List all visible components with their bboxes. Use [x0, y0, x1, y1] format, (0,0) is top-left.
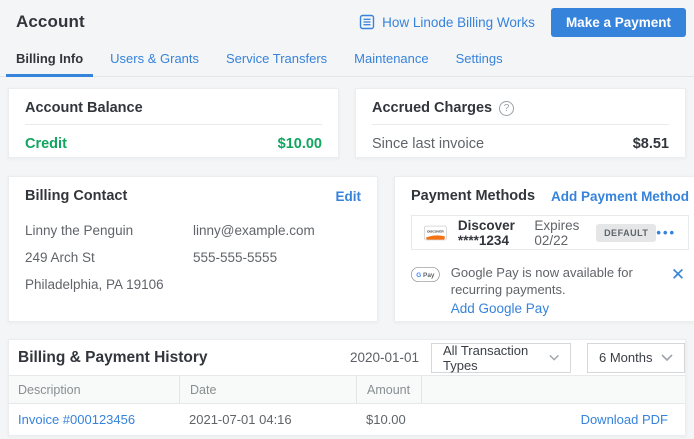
column-actions — [421, 376, 685, 403]
contact-address2: Philadelphia, PA 19106 — [25, 271, 193, 298]
payment-methods-card: Payment Methods Add Payment Method DISCO… — [394, 176, 694, 322]
amount-cell: $10.00 — [356, 412, 421, 427]
add-google-pay-link[interactable]: Add Google Pay — [451, 300, 549, 317]
account-balance-row: Credit $10.00 — [25, 125, 322, 152]
contact-name: Linny the Penguin — [25, 217, 193, 244]
svg-text:G Pay: G Pay — [416, 272, 435, 279]
contact-comm-column: linny@example.com 555-555-5555 — [193, 217, 361, 298]
document-icon — [359, 14, 375, 30]
transaction-type-value: All Transaction Types — [443, 343, 549, 373]
download-pdf-link[interactable]: Download PDF — [581, 412, 668, 427]
time-range-select[interactable]: 6 Months — [587, 343, 685, 373]
tab-service-transfers[interactable]: Service Transfers — [216, 45, 337, 77]
google-pay-notice: G Pay Google Pay is now available for re… — [411, 264, 689, 317]
billing-contact-header: Billing Contact Edit — [25, 188, 361, 204]
billing-history-panel: Billing & Payment History 2020-01-01 All… — [8, 339, 686, 436]
tab-settings[interactable]: Settings — [446, 45, 513, 77]
date-from-field[interactable]: 2020-01-01 — [350, 350, 419, 365]
accrued-amount: $8.51 — [633, 136, 669, 152]
contact-address-column: Linny the Penguin 249 Arch St Philadelph… — [25, 217, 193, 298]
account-page: Account How Linode Billing Works Make a … — [0, 0, 694, 439]
close-icon[interactable]: ✕ — [667, 264, 689, 285]
account-balance-title: Account Balance — [25, 100, 143, 116]
action-cell: Download PDF — [421, 412, 685, 427]
question-circle-icon[interactable]: ? — [499, 101, 514, 116]
column-description: Description — [9, 383, 179, 397]
google-pay-text: Google Pay is now available for recurrin… — [451, 264, 667, 317]
accrued-label: Since last invoice — [372, 136, 484, 152]
edit-contact-link[interactable]: Edit — [336, 189, 362, 204]
default-badge: DEFAULT — [596, 224, 656, 242]
discover-card-icon: DISCOVER — [424, 221, 447, 245]
history-header: Billing & Payment History 2020-01-01 All… — [9, 340, 685, 375]
card-expiry: Expires 02/22 — [534, 218, 584, 248]
billing-contact-title: Billing Contact — [25, 188, 127, 204]
account-balance-header: Account Balance — [25, 100, 322, 125]
contact-email: linny@example.com — [193, 217, 361, 244]
column-amount: Amount — [356, 376, 421, 403]
payment-methods-title: Payment Methods — [411, 188, 535, 204]
card-display: Discover ****1234 — [458, 218, 525, 248]
contact-details: Linny the Penguin 249 Arch St Philadelph… — [25, 217, 361, 298]
invoice-link[interactable]: Invoice #000123456 — [18, 412, 135, 427]
time-range-value: 6 Months — [599, 350, 652, 365]
payment-methods-header: Payment Methods Add Payment Method — [411, 188, 689, 204]
google-pay-icon: G Pay — [411, 264, 440, 285]
how-billing-works-label: How Linode Billing Works — [382, 15, 535, 30]
how-billing-works-link[interactable]: How Linode Billing Works — [359, 14, 535, 30]
account-balance-card: Account Balance Credit $10.00 — [8, 88, 339, 158]
topbar-actions: How Linode Billing Works Make a Payment — [359, 8, 686, 37]
history-filters: 2020-01-01 All Transaction Types 6 Month… — [350, 343, 685, 373]
history-title: Billing & Payment History — [18, 349, 207, 367]
chevron-down-icon — [549, 354, 559, 361]
tab-users-grants[interactable]: Users & Grants — [100, 45, 209, 77]
column-date: Date — [179, 376, 356, 403]
make-payment-button[interactable]: Make a Payment — [551, 8, 686, 37]
tab-maintenance[interactable]: Maintenance — [344, 45, 438, 77]
accrued-charges-row: Since last invoice $8.51 — [372, 125, 669, 152]
page-title: Account — [16, 12, 85, 32]
accrued-charges-title: Accrued Charges — [372, 100, 492, 116]
svg-text:DISCOVER: DISCOVER — [427, 229, 444, 233]
google-pay-message: Google Pay is now available for recurrin… — [451, 264, 667, 298]
billing-contact-card: Billing Contact Edit Linny the Penguin 2… — [8, 176, 378, 322]
account-tabs: Billing Info Users & Grants Service Tran… — [0, 45, 694, 77]
accrued-charges-card: Accrued Charges ? Since last invoice $8.… — [355, 88, 686, 158]
transaction-type-select[interactable]: All Transaction Types — [431, 343, 571, 373]
add-payment-method-link[interactable]: Add Payment Method — [551, 189, 689, 204]
chevron-down-icon — [661, 354, 673, 361]
payment-method-row: DISCOVER Discover ****1234 Expires 02/22… — [411, 215, 689, 250]
ellipsis-icon[interactable]: ••• — [656, 225, 676, 240]
detail-cards: Billing Contact Edit Linny the Penguin 2… — [8, 176, 686, 322]
summary-cards: Account Balance Credit $10.00 Accrued Ch… — [8, 88, 686, 158]
accrued-charges-header: Accrued Charges ? — [372, 100, 669, 125]
table-row: Invoice #000123456 2021-07-01 04:16 $10.… — [9, 404, 685, 435]
balance-label: Credit — [25, 136, 67, 152]
balance-amount: $10.00 — [278, 136, 322, 152]
topbar: Account How Linode Billing Works Make a … — [0, 0, 694, 37]
invoice-cell: Invoice #000123456 — [9, 412, 179, 427]
date-cell: 2021-07-01 04:16 — [179, 412, 356, 427]
contact-phone: 555-555-5555 — [193, 244, 361, 271]
contact-address1: 249 Arch St — [25, 244, 193, 271]
tab-billing-info[interactable]: Billing Info — [6, 45, 93, 77]
history-table-header: Description Date Amount — [9, 375, 685, 404]
